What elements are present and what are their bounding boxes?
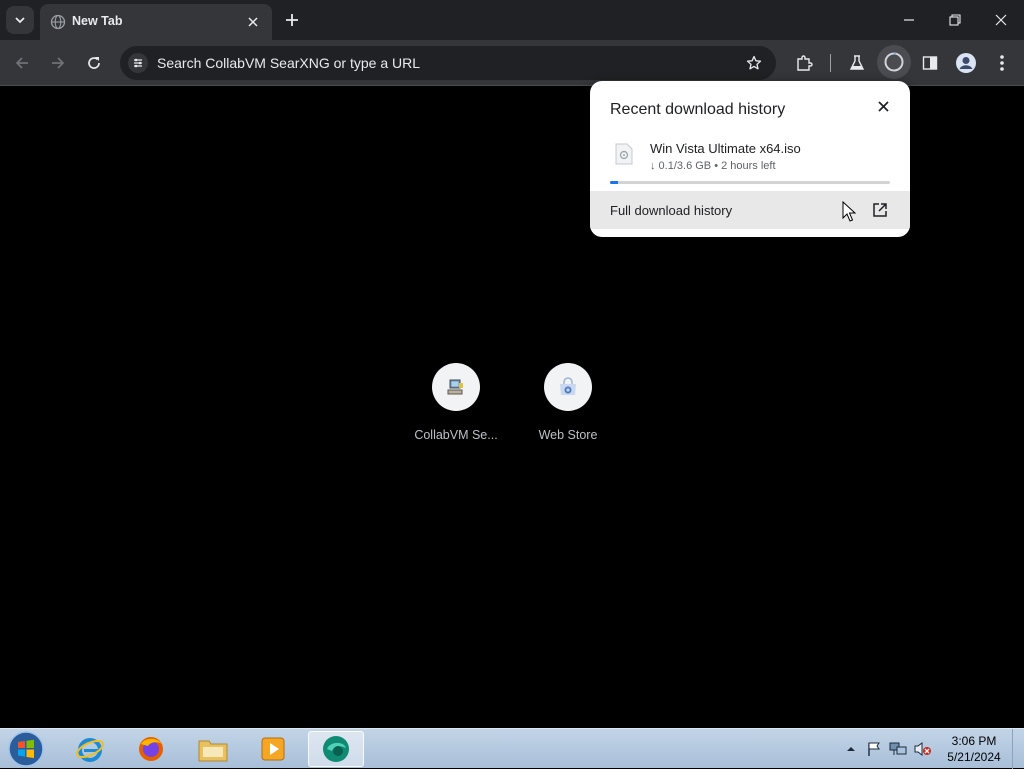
labs-button[interactable] (845, 51, 869, 75)
reload-button[interactable] (81, 50, 107, 76)
taskbar-firefox[interactable] (123, 731, 179, 767)
globe-icon (50, 14, 66, 30)
full-download-history-button[interactable]: Full download history (590, 191, 910, 229)
address-bar[interactable]: Search CollabVM SearXNG or type a URL (120, 46, 776, 80)
download-progress-bar (610, 181, 890, 184)
internet-explorer-icon (76, 738, 104, 762)
flask-icon (849, 55, 865, 70)
site-info-icon[interactable] (128, 53, 148, 73)
downloads-button[interactable] (877, 45, 911, 79)
taskbar-file-explorer[interactable] (185, 731, 241, 767)
volume-tray[interactable] (912, 729, 934, 769)
taskbar-browser[interactable] (308, 731, 364, 767)
start-button[interactable] (6, 729, 46, 769)
minimize-icon (904, 19, 914, 21)
show-hidden-icons-button[interactable] (843, 729, 859, 769)
download-item[interactable]: Win Vista Ultimate x64.iso ↓ 0.1/3.6 GB … (590, 133, 910, 185)
restore-button[interactable] (932, 0, 978, 40)
tab-title: New Tab (72, 14, 123, 28)
firefox-icon (139, 737, 163, 761)
bookmark-star-button[interactable] (744, 53, 764, 73)
taskbar-media-player[interactable] (245, 731, 301, 767)
close-window-button[interactable] (978, 0, 1024, 40)
extensions-button[interactable] (792, 51, 816, 75)
volume-muted-icon (914, 742, 931, 756)
download-bubble-heading: Recent download history (610, 101, 786, 118)
close-icon (877, 100, 889, 112)
flag-icon (868, 742, 880, 756)
minimize-button[interactable] (886, 0, 932, 40)
computer-icon (447, 379, 463, 395)
menu-button[interactable] (990, 51, 1014, 75)
full-download-history-label: Full download history (610, 203, 733, 218)
chevron-up-icon (847, 747, 855, 751)
plus-icon (286, 14, 298, 26)
clock-date: 5/21/2024 (947, 750, 1001, 764)
action-center-tray[interactable] (864, 729, 884, 769)
download-progress-icon (884, 52, 904, 72)
restore-icon (949, 14, 961, 26)
close-icon (248, 17, 258, 27)
profile-button[interactable] (954, 51, 978, 75)
download-progress-fill (610, 181, 618, 184)
browser-icon (323, 736, 349, 762)
media-player-icon (261, 737, 285, 761)
shortcut-collabvm[interactable]: CollabVM Se... (400, 363, 512, 459)
download-bubble-close-button[interactable] (874, 97, 892, 115)
taskbar-internet-explorer[interactable] (62, 731, 118, 767)
chevron-down-icon (15, 17, 25, 24)
forward-button[interactable] (45, 50, 71, 76)
reload-icon (88, 57, 100, 69)
windows-logo-icon (8, 731, 44, 767)
shortcut-tile (544, 363, 592, 411)
show-desktop-button[interactable] (1012, 729, 1024, 769)
shortcut-tile (432, 363, 480, 411)
web-store-icon (560, 377, 576, 395)
tab-strip: New Tab (0, 0, 1024, 40)
back-button[interactable] (9, 50, 35, 76)
taskbar-clock[interactable]: 3:06 PM 5/21/2024 (936, 733, 1012, 765)
side-panel-icon (922, 56, 938, 70)
address-placeholder: Search CollabVM SearXNG or type a URL (157, 55, 420, 71)
arrow-right-icon (52, 57, 65, 69)
new-tab-button[interactable] (282, 10, 302, 30)
shortcut-web-store[interactable]: Web Store (512, 363, 624, 459)
mouse-cursor-icon (842, 201, 856, 222)
clock-time: 3:06 PM (951, 734, 997, 748)
shortcut-label: CollabVM Se... (414, 428, 498, 442)
toolbar-divider (830, 54, 831, 72)
browser-toolbar: Search CollabVM SearXNG or type a URL (0, 40, 1024, 86)
network-tray[interactable] (888, 729, 908, 769)
taskbar: 3:06 PM 5/21/2024 (0, 728, 1024, 769)
download-bubble: Recent download history Win Vista Ultima… (590, 81, 910, 237)
shortcut-label: Web Store (538, 428, 598, 442)
star-icon (746, 55, 762, 70)
side-panel-button[interactable] (918, 51, 942, 75)
arrow-left-icon (15, 57, 28, 69)
file-icon (615, 143, 633, 165)
tab-close-button[interactable] (244, 13, 262, 31)
open-in-new-icon (870, 200, 890, 220)
puzzle-icon (797, 55, 813, 71)
folder-icon (198, 740, 228, 762)
kebab-menu-icon (1000, 55, 1004, 71)
download-filename: Win Vista Ultimate x64.iso (650, 141, 801, 156)
tab-new-tab[interactable]: New Tab (40, 4, 272, 40)
network-icon (889, 742, 907, 755)
avatar-icon (956, 53, 976, 73)
close-icon (995, 14, 1007, 26)
tab-search-button[interactable] (6, 6, 34, 34)
download-status: ↓ 0.1/3.6 GB • 2 hours left (650, 160, 776, 172)
